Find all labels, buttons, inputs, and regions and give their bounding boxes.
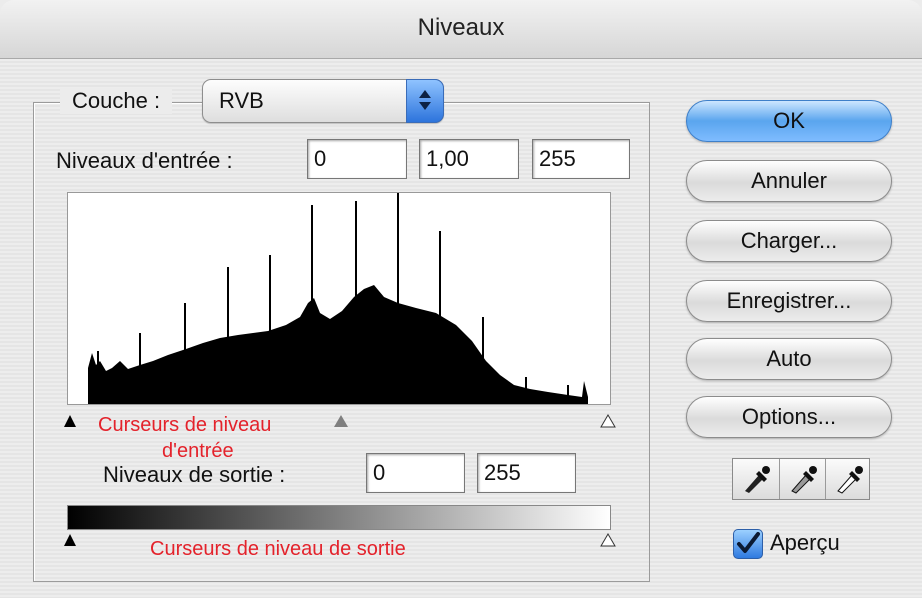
load-button[interactable]: Charger... <box>686 220 892 262</box>
input-white-field[interactable] <box>532 139 630 179</box>
title-bar[interactable]: Niveaux <box>0 0 922 59</box>
input-gamma-field[interactable] <box>419 139 519 179</box>
auto-button[interactable]: Auto <box>686 338 892 380</box>
channel-select[interactable]: RVB <box>202 79 444 123</box>
save-button[interactable]: Enregistrer... <box>686 280 892 322</box>
black-point-eyedropper-icon[interactable] <box>733 459 778 499</box>
ok-button[interactable]: OK <box>686 100 892 142</box>
eyedropper-group <box>732 458 870 500</box>
input-levels-label: Niveaux d'entrée : <box>56 148 233 173</box>
output-black-slider-icon[interactable] <box>63 533 77 547</box>
input-sliders-callout-line2: d'entrée <box>162 440 234 462</box>
input-white-slider-icon[interactable] <box>600 414 616 428</box>
select-arrows-icon <box>406 79 444 123</box>
input-gray-slider-icon[interactable] <box>333 414 349 428</box>
output-white-slider-icon[interactable] <box>600 533 616 547</box>
output-gradient-bar <box>67 505 611 530</box>
cancel-button[interactable]: Annuler <box>686 160 892 202</box>
histogram <box>67 192 611 405</box>
input-black-field[interactable] <box>307 139 407 179</box>
output-white-field[interactable] <box>477 453 576 493</box>
channel-label: Couche : <box>60 88 173 114</box>
gray-point-eyedropper-icon[interactable] <box>779 459 825 499</box>
output-black-field[interactable] <box>366 453 465 493</box>
levels-dialog: Niveaux Couche : RVB Niveaux d'entrée : <box>0 0 922 598</box>
white-point-eyedropper-icon[interactable] <box>825 459 871 499</box>
window-title: Niveaux <box>417 14 505 41</box>
input-sliders-callout: Curseurs de niveau <box>98 414 272 436</box>
options-button[interactable]: Options... <box>686 396 892 438</box>
preview-label: Aperçu <box>770 530 840 555</box>
input-black-slider-icon[interactable] <box>63 414 77 428</box>
output-sliders-callout: Curseurs de niveau de sortie <box>150 538 406 560</box>
preview-checkbox[interactable] <box>733 529 763 559</box>
histogram-shape <box>88 285 588 404</box>
channel-select-value: RVB <box>219 88 264 113</box>
output-levels-label: Niveaux de sortie : <box>103 462 286 487</box>
histogram-plot <box>88 193 588 404</box>
checkmark-icon <box>737 532 760 553</box>
